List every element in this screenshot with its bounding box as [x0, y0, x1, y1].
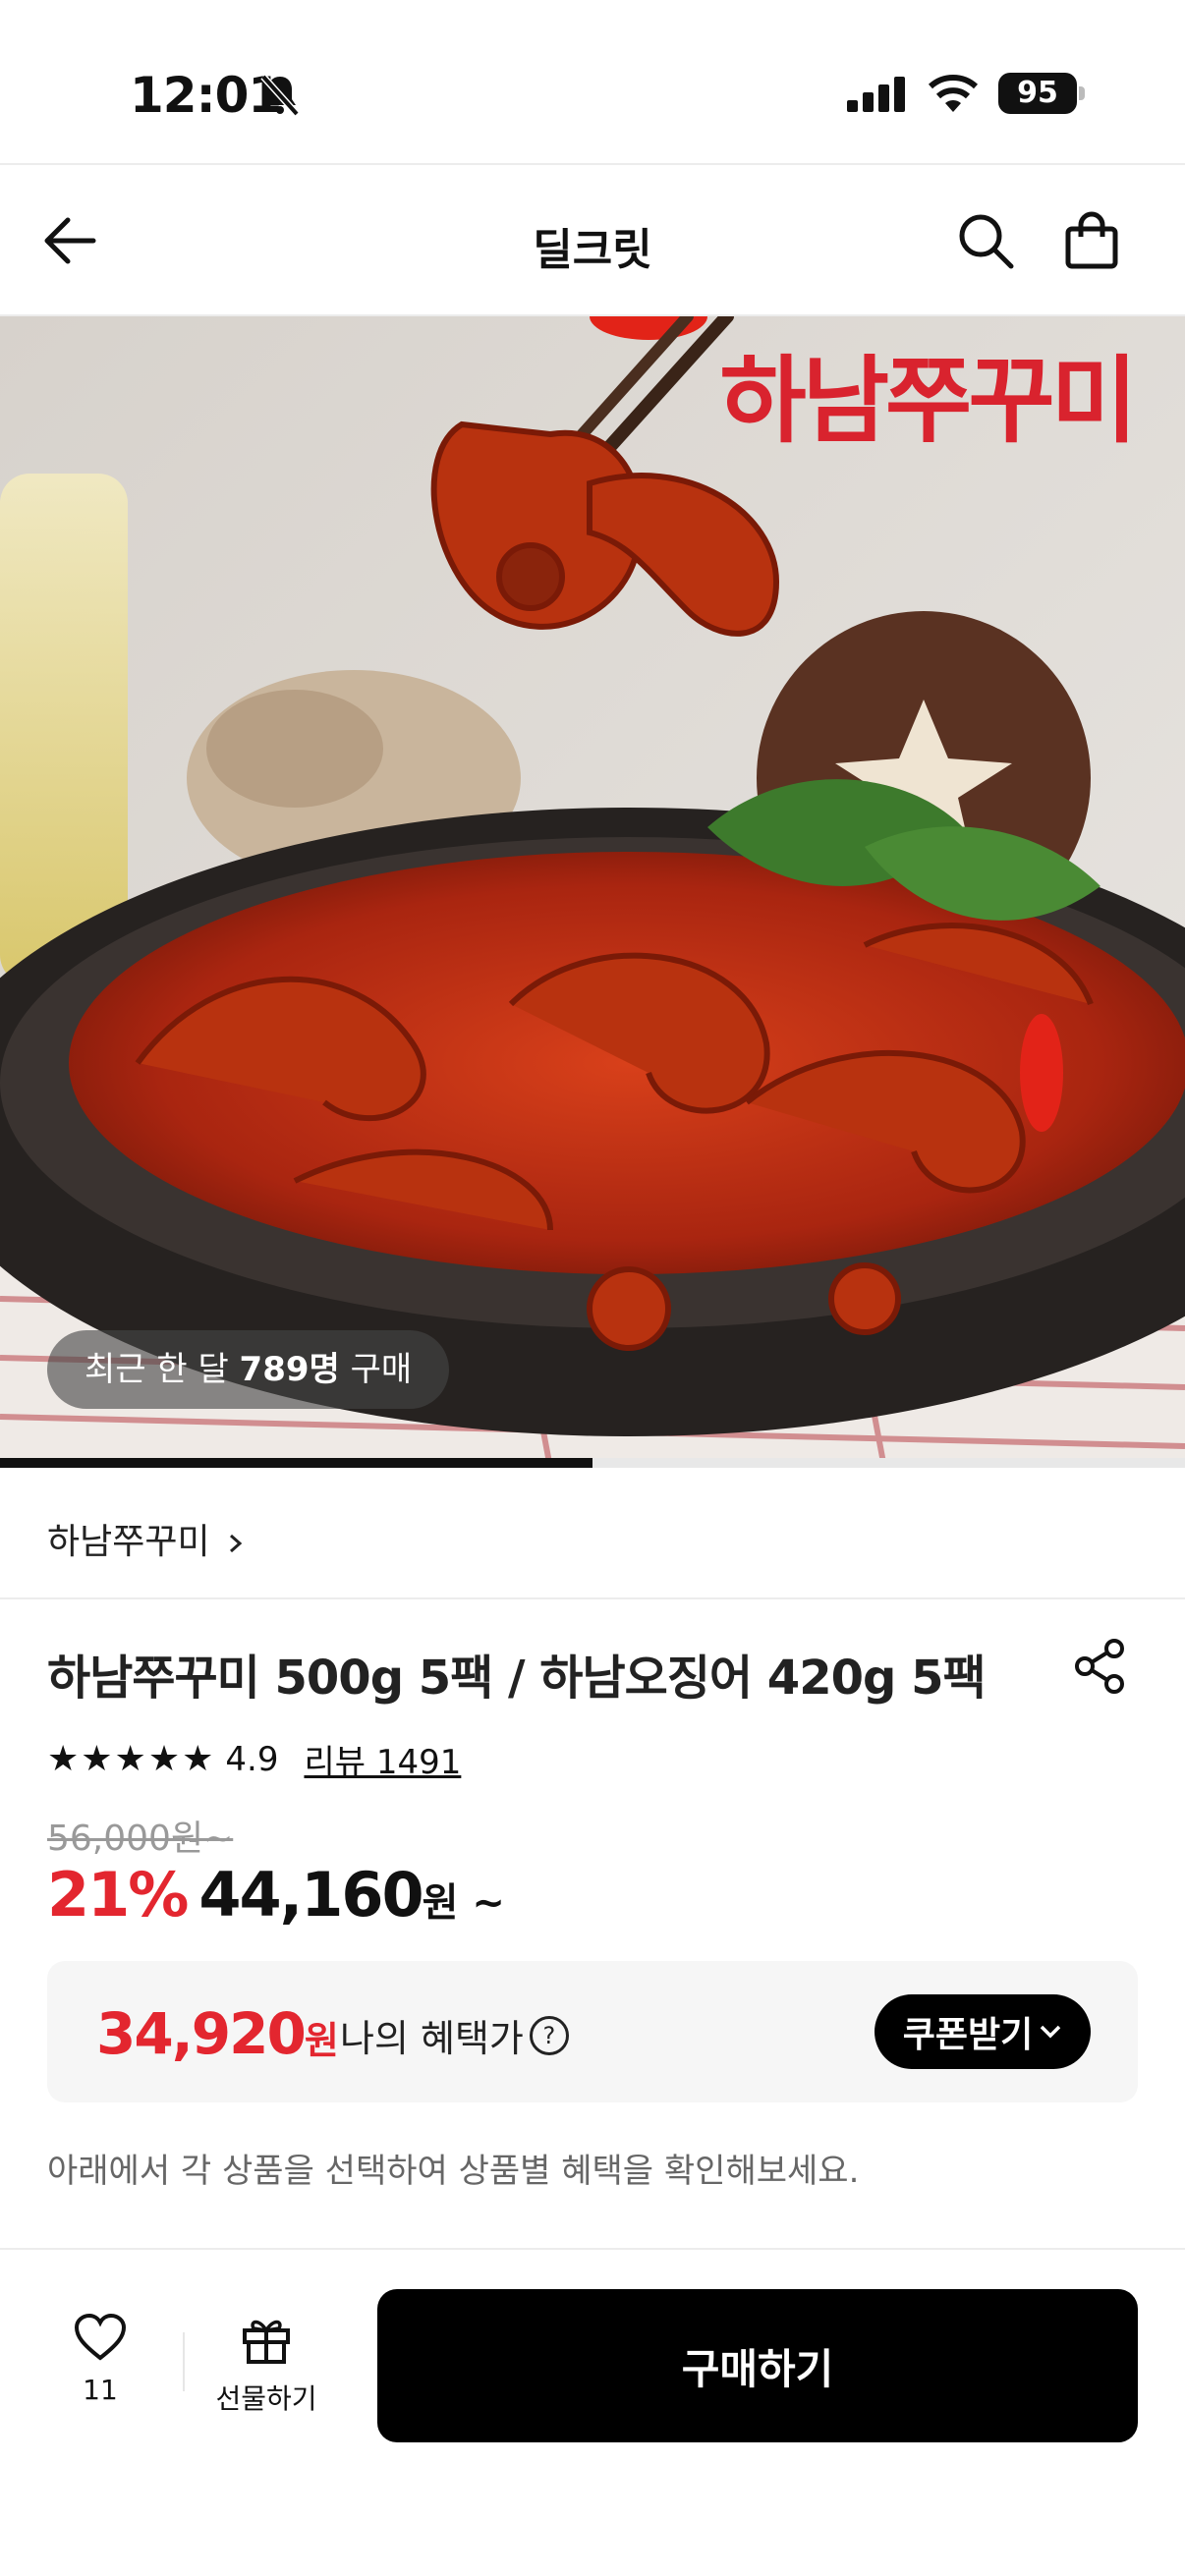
gift-icon — [243, 2320, 290, 2364]
bottom-separator — [183, 2332, 185, 2391]
coupon-button[interactable]: 쿠폰받기 — [875, 1994, 1091, 2069]
top-nav: 딜크릿 — [0, 167, 1185, 314]
search-button[interactable] — [951, 206, 1020, 275]
carousel-progress-fill — [0, 1458, 592, 1468]
brand-name: 하남쭈꾸미 — [47, 1522, 210, 1562]
heart-icon — [74, 2313, 127, 2361]
purchase-count: 789명 — [239, 1350, 340, 1389]
bell-muted-icon — [260, 74, 300, 116]
like-button[interactable]: 11 — [51, 2313, 149, 2406]
rating-value: 4.9 — [225, 1739, 279, 1779]
purchase-suffix: 구매 — [339, 1350, 413, 1389]
cart-button[interactable] — [1057, 206, 1126, 275]
brand-link[interactable]: 하남쭈꾸미 — [47, 1513, 245, 1564]
brand-logo-text: 하남쭈꾸미 — [719, 346, 1138, 456]
sale-price: 44,160 — [198, 1859, 423, 1931]
bottom-action-bar: 11 선물하기 구매하기 — [0, 2250, 1185, 2576]
benefit-price-unit: 원 — [304, 2019, 339, 2062]
benefit-price: 34,920원 — [96, 2000, 339, 2067]
wifi-icon — [928, 75, 979, 112]
share-button[interactable] — [1071, 1637, 1130, 1700]
status-divider — [0, 163, 1185, 165]
original-price: 56,000원~ — [47, 1819, 234, 1859]
product-image-carousel[interactable]: 하남쭈꾸미 최근 한 달 789명 구매 — [0, 316, 1185, 1468]
benefit-notice: 아래에서 각 상품을 선택하여 상품별 혜택을 확인해보세요. — [47, 2152, 860, 2191]
signal-icon — [847, 77, 905, 112]
chevron-right-icon — [230, 1534, 243, 1553]
price-row: 21% 44,160 원 ~ — [47, 1859, 505, 1931]
shopping-bag-icon — [1065, 211, 1118, 269]
battery-indicator: 95 — [998, 73, 1077, 114]
carousel-progress — [0, 1458, 1185, 1468]
coupon-button-label: 쿠폰받기 — [902, 2015, 1034, 2055]
brand-divider — [0, 1597, 1185, 1599]
battery-tip — [1079, 86, 1085, 100]
buy-button-label: 구매하기 — [681, 2344, 834, 2393]
star-rating-icon: ★★★★★ — [47, 1739, 216, 1779]
product-photo — [0, 316, 1185, 1468]
benefit-box: 34,920원 나의 혜택가 ? 쿠폰받기 — [47, 1961, 1138, 2102]
purchase-prefix: 최근 한 달 — [85, 1350, 240, 1389]
benefit-label-text: 나의 혜택가 — [340, 2017, 524, 2060]
share-icon — [1075, 1639, 1124, 1694]
search-icon — [959, 214, 1014, 269]
chevron-down-icon — [1040, 2025, 1061, 2039]
buy-button[interactable]: 구매하기 — [377, 2289, 1138, 2442]
benefit-label: 나의 혜택가 ? — [340, 2008, 569, 2062]
gift-label: 선물하기 — [215, 2382, 317, 2415]
review-link[interactable]: 리뷰 1491 — [304, 1735, 461, 1783]
rating-row: ★★★★★ 4.9 리뷰 1491 — [47, 1735, 461, 1783]
question-icon[interactable]: ? — [529, 2015, 569, 2055]
status-bar: 12:01 95 — [0, 0, 1185, 163]
price-unit: 원 ~ — [422, 1880, 505, 1926]
discount-rate: 21% — [47, 1859, 189, 1931]
product-title: 하남쭈꾸미 500g 5팩 / 하남오징어 420g 5팩 — [47, 1651, 987, 1706]
like-count: 11 — [83, 2374, 118, 2406]
recent-purchase-badge: 최근 한 달 789명 구매 — [47, 1330, 450, 1409]
gift-button[interactable]: 선물하기 — [202, 2313, 330, 2417]
benefit-price-value: 34,920 — [96, 2000, 307, 2067]
